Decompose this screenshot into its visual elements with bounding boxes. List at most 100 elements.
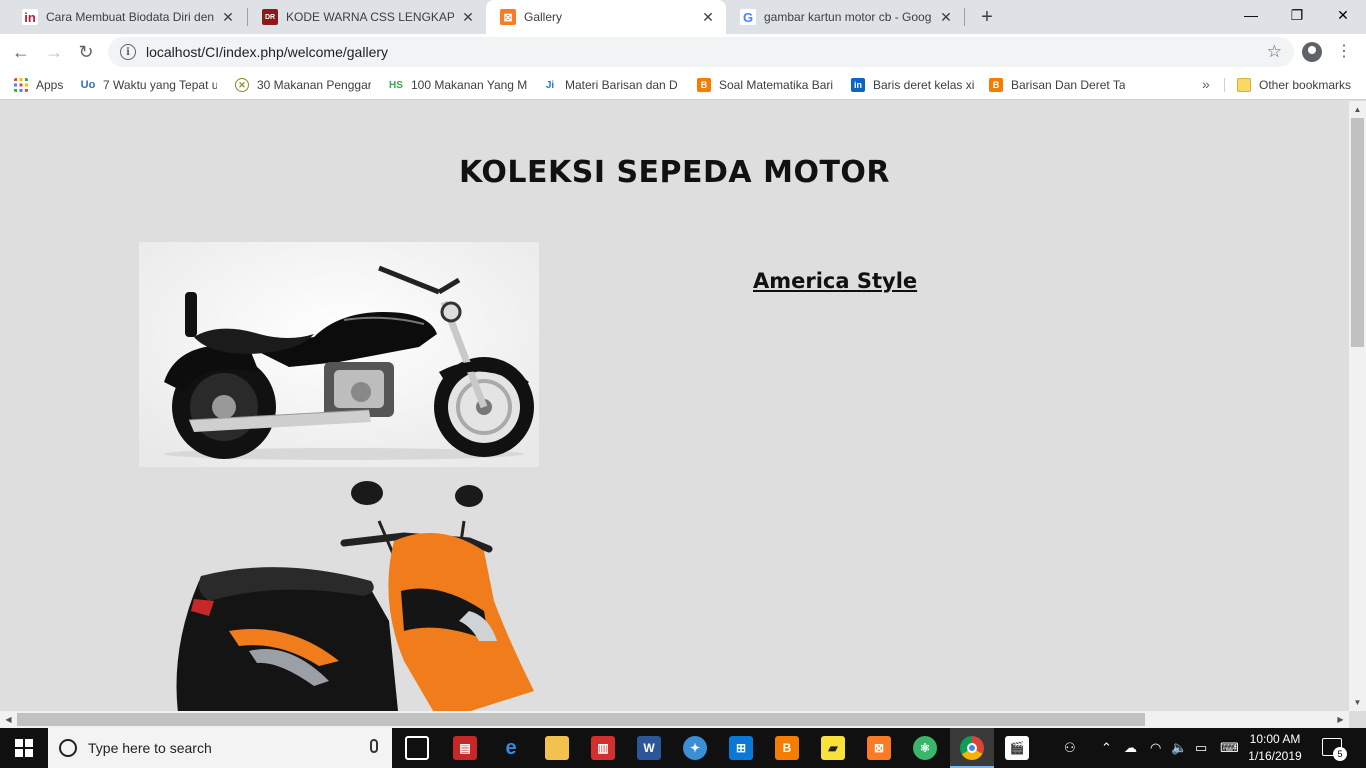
linkedin-slides-icon: in [22,9,38,25]
address-bar[interactable]: i localhost/CI/index.php/welcome/gallery… [108,37,1294,67]
store-icon[interactable]: ⊞ [729,736,753,760]
tab-title: Gallery [524,10,563,24]
bookmark-soal-matematika[interactable]: B Soal Matematika Bari [697,76,833,94]
close-icon[interactable]: ✕ [700,9,716,25]
back-arrow-icon[interactable]: ← [7,38,35,66]
people-icon[interactable]: ⚇ [1064,728,1076,768]
scroll-up-icon[interactable]: ▲ [1349,101,1366,118]
bookmark-baris-deret[interactable]: in Baris deret kelas xi [851,76,975,94]
movie-maker-icon[interactable]: 🎬 [1005,736,1029,760]
edge-icon[interactable]: e [499,736,523,760]
bookmark-makanan-penggar[interactable]: ✕ 30 Makanan Penggar [235,76,371,94]
bookmark-label: Apps [36,78,64,92]
keyboard-icon[interactable]: ⌨ [1220,728,1239,768]
atom-icon[interactable]: ⚛ [913,736,937,760]
blogger-icon: B [697,78,711,92]
chrome-icon[interactable] [960,736,984,760]
bookmark-waktu[interactable]: Uo 7 Waktu yang Tepat u [81,76,217,94]
pdf-reader-icon[interactable]: ▤ [453,736,477,760]
taskbar-clock[interactable]: 10:00 AM 1/16/2019 [1248,731,1302,765]
scroll-left-icon[interactable]: ◀ [0,711,17,728]
close-icon[interactable]: ✕ [938,9,954,25]
google-icon: G [740,9,756,25]
tab-title: KODE WARNA CSS LENGKAP - Di [286,10,454,24]
tab-biodata[interactable]: in Cara Membuat Biodata Diri deng ✕ [8,0,246,34]
bookmark-other-folder[interactable]: Other bookmarks [1237,76,1359,94]
reload-icon[interactable]: ↻ [72,38,100,66]
forward-arrow-icon[interactable]: → [40,38,68,66]
scroll-down-icon[interactable]: ▼ [1349,694,1366,711]
network-app-icon[interactable]: ✦ [683,736,707,760]
horizontal-scrollbar[interactable]: ◀ ▶ [0,711,1349,728]
bookmark-label: 100 Makanan Yang M [411,78,527,92]
bookmark-label: 7 Waktu yang Tepat u [103,78,217,92]
new-tab-button[interactable]: + [975,5,999,29]
page-viewport: KOLEKSI SEPEDA MOTOR America Style [0,101,1349,711]
start-button[interactable] [0,728,48,768]
microphone-icon[interactable] [370,739,378,753]
close-icon[interactable]: ✕ [220,9,236,25]
bookmark-materi-barisan[interactable]: Ji Materi Barisan dan D [543,76,679,94]
notification-count: 5 [1333,747,1347,761]
volume-icon[interactable]: 🔈 [1171,728,1187,768]
bookmark-star-icon[interactable]: ☆ [1267,42,1282,62]
bookmarks-bar: Apps Uo 7 Waktu yang Tepat u ✕ 30 Makana… [0,70,1366,100]
close-window-button[interactable]: ✕ [1320,0,1366,30]
windows-taskbar: Type here to search ▤ e ▥ W ✦ ⊞ B ▰ ⊠ ⚛ … [0,728,1366,768]
minimize-button[interactable]: — [1228,0,1274,30]
tray-chevron-icon[interactable]: ⌃ [1101,728,1112,768]
search-placeholder: Type here to search [88,740,212,756]
vertical-scrollbar[interactable]: ▲ ▼ [1349,101,1366,711]
word-icon[interactable]: W [637,736,661,760]
bookmark-label: 30 Makanan Penggar [257,78,371,92]
scooter-motorcycle-image[interactable] [139,481,559,711]
food-icon: ✕ [235,78,249,92]
apps-grid-icon [14,78,28,92]
bookmark-label: Soal Matematika Bari [719,78,833,92]
taskbar-search-box[interactable]: Type here to search [48,728,392,768]
bookmark-label: Barisan Dan Deret Tal [1011,78,1125,92]
clock-time: 10:00 AM [1249,732,1301,746]
onedrive-icon[interactable]: ☁ [1124,728,1137,768]
xampp-taskbar-icon[interactable]: ⊠ [867,736,891,760]
action-center-icon[interactable]: 5 [1322,738,1347,761]
tab-title: Cara Membuat Biodata Diri deng [46,10,214,24]
uo-icon: Uo [81,78,96,92]
profile-avatar-icon[interactable] [1302,42,1322,62]
close-icon[interactable]: ✕ [460,9,476,25]
bookmark-barisan-deret[interactable]: B Barisan Dan Deret Tal [989,76,1125,94]
scroll-right-icon[interactable]: ▶ [1332,711,1349,728]
sticky-notes-icon[interactable]: ▰ [821,736,845,760]
restore-button[interactable]: ❐ [1274,0,1320,30]
blogger-icon: B [989,78,1003,92]
battery-icon[interactable]: ▭ [1195,728,1207,768]
task-view-icon[interactable] [405,736,429,760]
wifi-icon[interactable]: ◠ [1150,728,1161,768]
cruiser-motorcycle-image[interactable] [139,242,539,467]
book-app-icon[interactable]: ▥ [591,736,615,760]
horizontal-scroll-thumb[interactable] [17,713,1145,726]
blogger-taskbar-icon[interactable]: B [775,736,799,760]
linkedin-icon: in [851,78,865,92]
menu-kebab-icon[interactable]: ⋮ [1336,40,1352,64]
bookmarks-overflow-icon[interactable]: » [1202,76,1210,92]
tab-google-search[interactable]: G gambar kartun motor cb - Googl ✕ [726,0,964,34]
page-title: KOLEKSI SEPEDA MOTOR [458,155,891,190]
bookmark-label: Baris deret kelas xi [873,78,975,92]
windows-logo-icon [15,739,33,757]
folder-icon [1237,78,1251,92]
vertical-scroll-thumb[interactable] [1351,118,1364,347]
hs-icon: HS [389,78,403,92]
xampp-icon: ⊠ [500,9,516,25]
url-text: localhost/CI/index.php/welcome/gallery [146,44,389,60]
file-explorer-icon[interactable] [545,736,569,760]
bookmark-makanan-yang[interactable]: HS 100 Makanan Yang M [389,76,527,94]
america-style-link[interactable]: America Style [753,269,917,293]
tab-gallery[interactable]: ⊠ Gallery ✕ [486,0,726,34]
ji-icon: Ji [543,78,557,92]
bookmark-apps[interactable]: Apps [14,76,74,94]
dianrizky-site-icon: DR [262,9,278,25]
tab-kode-warna[interactable]: DR KODE WARNA CSS LENGKAP - Di ✕ [248,0,486,34]
info-icon[interactable]: i [120,44,136,60]
browser-toolbar: ← → ↻ i localhost/CI/index.php/welcome/g… [0,34,1366,70]
